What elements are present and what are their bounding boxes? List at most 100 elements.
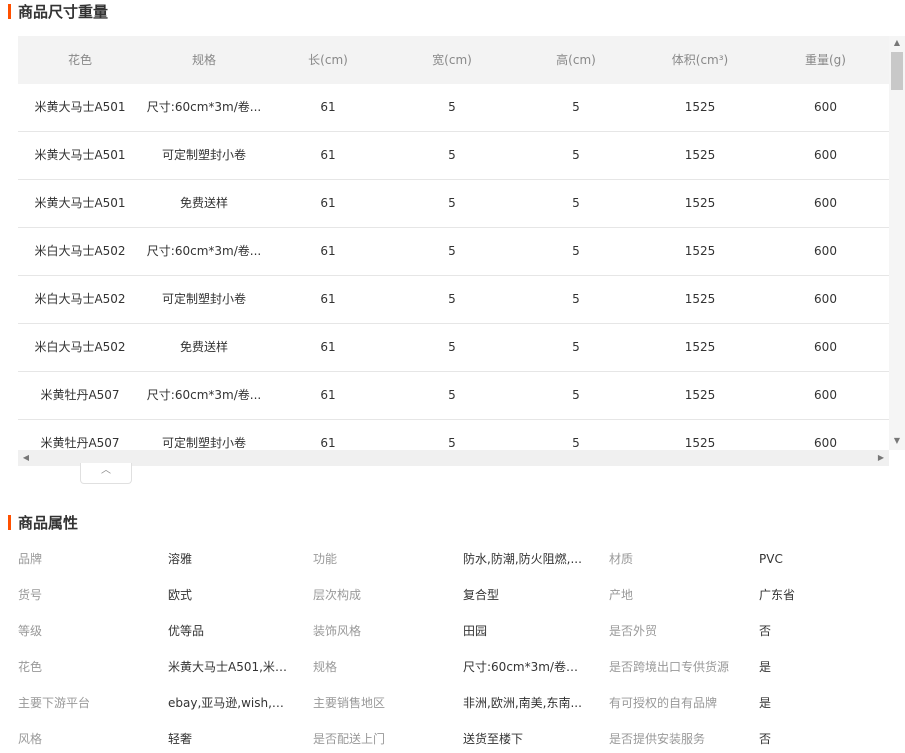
- attribute-label: 主要销售地区: [313, 696, 386, 710]
- scroll-down-arrow-icon[interactable]: ▼: [889, 436, 905, 445]
- attribute-value: 优等品: [168, 624, 205, 638]
- table-cell: 米白大马士A502: [34, 244, 126, 258]
- attribute-label: 等级: [18, 624, 43, 638]
- attribute-label: 是否提供安装服务: [609, 732, 706, 746]
- size-section-title-text: 商品尺寸重量: [18, 3, 109, 21]
- size-section-title: 商品尺寸重量: [8, 3, 108, 21]
- table-cell: 5: [448, 244, 456, 258]
- scroll-right-arrow-icon[interactable]: ▶: [873, 450, 889, 466]
- table-cell: 600: [814, 196, 837, 210]
- table-cell: 5: [572, 196, 580, 210]
- table-row: 米黄大马士A501 可定制塑封小卷 61 5 5 1525 600: [18, 132, 889, 180]
- attribute-label: 是否外贸: [609, 624, 658, 638]
- table-cell: 600: [814, 244, 837, 258]
- attribute-value: 米黄大马士A501,米白...: [168, 660, 293, 674]
- table-cell: 米白大马士A502: [34, 340, 126, 354]
- attribute-value: 否: [759, 624, 772, 638]
- table-cell: 尺寸:60cm*3m/卷...: [146, 388, 262, 402]
- table-row: 米黄大马士A501 尺寸:60cm*3m/卷... 61 5 5 1525 600: [18, 84, 889, 132]
- table-cell: 5: [572, 244, 580, 258]
- table-cell: 61: [320, 100, 336, 114]
- attribute-label: 是否跨境出口专供货源: [609, 660, 730, 674]
- table-cell: 可定制塑封小卷: [161, 148, 246, 162]
- attribute-value: 轻奢: [168, 732, 193, 746]
- attribute-value: 溶雅: [168, 552, 193, 566]
- table-cell: 61: [320, 388, 336, 402]
- title-accent-bar: [8, 4, 11, 19]
- table-cell: 61: [320, 340, 336, 354]
- attribute-label: 是否配送上门: [313, 732, 386, 746]
- table-cell: 米白大马士A502: [34, 292, 126, 306]
- table-cell: 61: [320, 244, 336, 258]
- vertical-scroll-thumb[interactable]: [891, 52, 903, 90]
- attribute-label: 有可授权的自有品牌: [609, 696, 718, 710]
- table-cell: 61: [320, 196, 336, 210]
- table-cell: 米黄大马士A501: [34, 196, 126, 210]
- table-cell: 5: [448, 100, 456, 114]
- attribute-value: 防水,防潮,防火阻燃,...: [463, 552, 582, 566]
- attribute-label: 主要下游平台: [18, 696, 91, 710]
- attribute-value: 复合型: [463, 588, 500, 602]
- table-cell: 5: [448, 148, 456, 162]
- attribute-value: ebay,亚马逊,wish,速...: [168, 696, 293, 710]
- table-row: 米白大马士A502 免费送样 61 5 5 1525 600: [18, 324, 889, 372]
- column-header: 花色: [67, 53, 92, 67]
- table-cell: 1525: [684, 292, 716, 306]
- table-cell: 5: [572, 388, 580, 402]
- table-cell: 600: [814, 148, 837, 162]
- table-cell: 600: [814, 340, 837, 354]
- table-row: 米白大马士A502 可定制塑封小卷 61 5 5 1525 600: [18, 276, 889, 324]
- attribute-value: PVC: [759, 552, 783, 566]
- table-cell: 1525: [684, 388, 716, 402]
- title-accent-bar: [8, 515, 11, 530]
- table-cell: 600: [814, 388, 837, 402]
- size-table: 花色 规格 长(cm) 宽(cm) 高(cm) 体积(cm³) 重量(g) 米黄大马士A50…: [18, 36, 905, 466]
- table-cell: 5: [448, 292, 456, 306]
- scroll-left-arrow-icon[interactable]: ◀: [18, 450, 34, 466]
- table-cell: 600: [814, 292, 837, 306]
- attribute-label: 材质: [609, 552, 634, 566]
- attribute-value: 非洲,欧洲,南美,东南...: [463, 696, 582, 710]
- table-cell: 1525: [684, 196, 716, 210]
- table-cell: 61: [320, 292, 336, 306]
- attribute-label: 规格: [313, 660, 338, 674]
- vertical-scrollbar[interactable]: ▲ ▼: [889, 36, 905, 450]
- attr-section-title-text: 商品属性: [18, 514, 79, 532]
- column-header: 体积(cm³): [671, 53, 729, 67]
- attribute-value: 田园: [463, 624, 488, 638]
- table-cell: 1525: [684, 340, 716, 354]
- table-cell: 免费送样: [179, 340, 228, 354]
- attribute-value: 尺寸:60cm*3m/卷（...: [463, 660, 588, 674]
- table-cell: 尺寸:60cm*3m/卷...: [146, 244, 262, 258]
- table-cell: 5: [448, 196, 456, 210]
- attribute-label: 层次构成: [313, 588, 362, 602]
- table-cell: 5: [572, 100, 580, 114]
- collapse-table-button[interactable]: ︿: [80, 463, 132, 484]
- attribute-value: 欧式: [168, 588, 193, 602]
- attribute-label: 花色: [18, 660, 43, 674]
- attribute-label: 功能: [313, 552, 338, 566]
- attribute-value: 送货至楼下: [463, 732, 524, 746]
- chevron-up-icon: ︿: [101, 465, 111, 476]
- attribute-label: 货号: [18, 588, 43, 602]
- column-header: 规格: [191, 53, 216, 67]
- table-cell: 5: [448, 388, 456, 402]
- table-cell: 600: [814, 100, 837, 114]
- table-cell: 米黄牡丹A507: [40, 388, 120, 402]
- table-cell: 61: [320, 148, 336, 162]
- table-row: 米黄大马士A501 免费送样 61 5 5 1525 600: [18, 180, 889, 228]
- column-header: 长(cm): [308, 53, 348, 67]
- attribute-value: 是: [759, 660, 772, 674]
- table-cell: 1525: [684, 100, 716, 114]
- column-header: 重量(g): [805, 53, 846, 67]
- horizontal-scrollbar[interactable]: ◀ ▶: [18, 450, 889, 466]
- table-cell: 免费送样: [179, 196, 228, 210]
- column-header: 宽(cm): [432, 53, 472, 67]
- column-header: 高(cm): [556, 53, 596, 67]
- table-cell: 1525: [684, 148, 716, 162]
- table-row: 米黄牡丹A507 尺寸:60cm*3m/卷... 61 5 5 1525 600: [18, 372, 889, 420]
- table-row: 米白大马士A502 尺寸:60cm*3m/卷... 61 5 5 1525 600: [18, 228, 889, 276]
- table-cell: 尺寸:60cm*3m/卷...: [146, 100, 262, 114]
- scroll-up-arrow-icon[interactable]: ▲: [889, 38, 905, 47]
- attr-section-title: 商品属性: [8, 514, 78, 532]
